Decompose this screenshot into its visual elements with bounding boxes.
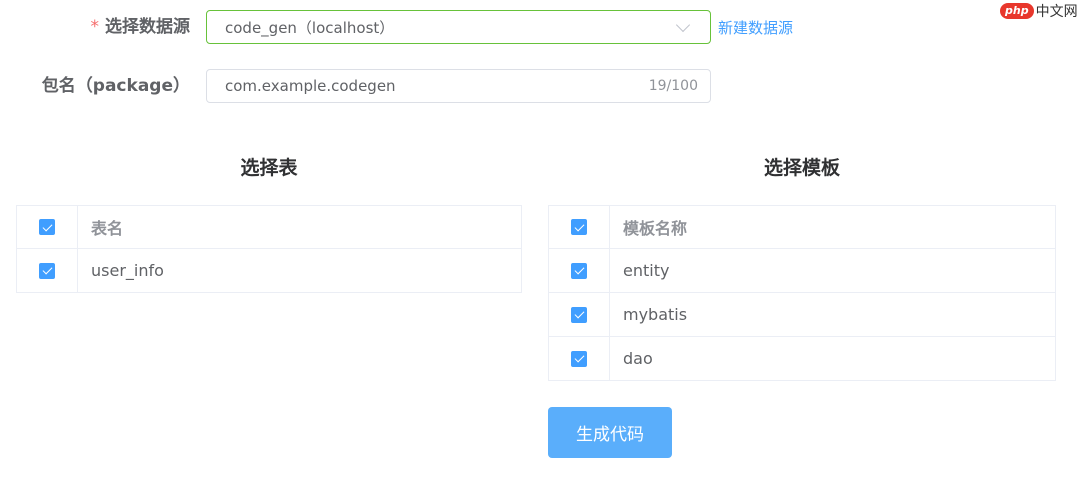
package-char-counter: 19/100 bbox=[648, 78, 698, 94]
datasource-row: * 选择数据源 code_gen（localhost） 新建数据源 bbox=[0, 9, 1080, 45]
generate-code-button[interactable]: 生成代码 bbox=[548, 407, 672, 458]
template-row-check-cell[interactable] bbox=[549, 337, 610, 380]
watermark-logo: php bbox=[1000, 3, 1034, 19]
table-row-checkbox[interactable] bbox=[39, 262, 55, 279]
template-row-checkbox[interactable] bbox=[571, 262, 587, 279]
template-row-checkbox[interactable] bbox=[571, 306, 587, 323]
table-row[interactable]: user_info bbox=[17, 249, 521, 293]
package-row: 包名（package） 19/100 bbox=[0, 68, 1080, 104]
watermark: php 中文网 bbox=[1000, 0, 1080, 22]
select-table-title: 选择表 bbox=[240, 157, 298, 179]
select-all-templates-checkbox[interactable] bbox=[571, 219, 587, 235]
template-row-name: dao bbox=[623, 349, 653, 368]
template-row-check-cell[interactable] bbox=[549, 249, 610, 292]
required-star: * bbox=[90, 17, 100, 37]
select-template-title: 选择模板 bbox=[763, 157, 840, 179]
template-row[interactable]: mybatis bbox=[549, 293, 1055, 337]
table-name-header: 表名 bbox=[91, 219, 124, 238]
new-datasource-link[interactable]: 新建数据源 bbox=[718, 17, 793, 38]
package-label: 包名（package） bbox=[41, 76, 190, 96]
package-input[interactable] bbox=[225, 77, 649, 95]
select-all-tables-cell[interactable] bbox=[17, 206, 78, 248]
datasource-select[interactable]: code_gen（localhost） bbox=[206, 10, 711, 44]
template-row-checkbox[interactable] bbox=[571, 350, 587, 367]
datasource-select-value: code_gen（localhost） bbox=[225, 18, 395, 37]
template-row[interactable]: entity bbox=[549, 249, 1055, 293]
chevron-down-icon bbox=[675, 17, 691, 32]
package-input-wrapper[interactable]: 19/100 bbox=[206, 69, 711, 103]
template-list: 模板名称 entity mybatis dao bbox=[548, 205, 1056, 381]
template-row[interactable]: dao bbox=[549, 337, 1055, 381]
template-list-header: 模板名称 bbox=[549, 206, 1055, 249]
select-all-tables-checkbox[interactable] bbox=[39, 219, 55, 235]
watermark-text: 中文网 bbox=[1035, 4, 1078, 20]
template-name-header: 模板名称 bbox=[623, 219, 688, 238]
template-row-check-cell[interactable] bbox=[549, 293, 610, 336]
table-row-name: user_info bbox=[91, 261, 164, 280]
table-row-check-cell[interactable] bbox=[17, 249, 78, 292]
select-all-templates-cell[interactable] bbox=[549, 206, 610, 248]
template-row-name: entity bbox=[623, 261, 670, 280]
template-row-name: mybatis bbox=[623, 305, 688, 324]
datasource-label: * 选择数据源 bbox=[90, 17, 191, 37]
table-list: 表名 user_info bbox=[16, 205, 522, 293]
table-list-header: 表名 bbox=[17, 206, 521, 249]
